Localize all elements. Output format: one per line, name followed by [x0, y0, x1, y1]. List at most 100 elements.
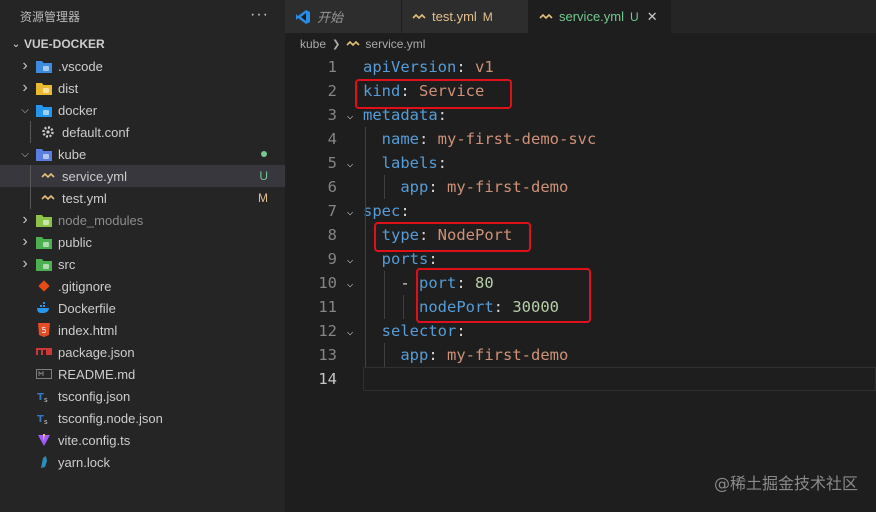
- yaml-punctuation: [363, 346, 400, 364]
- indent-guide: [384, 175, 385, 199]
- svg-text:T: T: [37, 392, 44, 403]
- tree-item-public[interactable]: › public: [0, 231, 285, 253]
- yaml-punctuation: :: [428, 250, 438, 268]
- file-tree: › .vscode › dist ⌵ docker default.conf ⌵ kube ser…: [0, 55, 285, 473]
- tree-item-default-conf[interactable]: default.conf: [0, 121, 285, 143]
- indent-guide: [30, 187, 31, 209]
- tree-item-yarn-lock[interactable]: yarn.lock: [0, 451, 285, 473]
- chevron-down-icon: ⌵: [21, 104, 29, 116]
- tab-service-yml[interactable]: service.yml U ✕: [529, 0, 671, 33]
- project-root[interactable]: ⌄ VUE-DOCKER: [0, 33, 285, 55]
- code-line[interactable]: 13 app: my-first-demo: [285, 343, 876, 367]
- chevron-right-icon: ›: [22, 57, 28, 74]
- tree-item-label: docker: [58, 102, 98, 118]
- indent-guide: [384, 271, 385, 319]
- tree-item-docker[interactable]: ⌵ docker: [0, 99, 285, 121]
- fold-chevron-icon[interactable]: ⌵: [337, 109, 363, 122]
- svg-text:s: s: [44, 418, 48, 425]
- indent-guide: [30, 165, 31, 187]
- tree-item-index-html[interactable]: 5 index.html: [0, 319, 285, 341]
- code-text: app: my-first-demo: [363, 346, 568, 364]
- fold-chevron-icon[interactable]: ⌵: [337, 157, 363, 170]
- code-line[interactable]: 14: [285, 367, 876, 391]
- chevron-down-icon: ⌵: [21, 148, 29, 160]
- fold-chevron-icon[interactable]: ⌵: [337, 253, 363, 266]
- yaml-icon: [40, 168, 56, 184]
- more-actions-icon[interactable]: ···: [250, 6, 269, 24]
- breadcrumb-file[interactable]: service.yml: [365, 37, 425, 51]
- tree-item-vite-config-ts[interactable]: vite.config.ts: [0, 429, 285, 451]
- tree-item-service-yml[interactable]: service.yml U: [0, 165, 285, 187]
- tree-item-package-json[interactable]: package.json: [0, 341, 285, 363]
- close-icon[interactable]: ✕: [647, 9, 658, 25]
- tree-item-test-yml[interactable]: test.yml M: [0, 187, 285, 209]
- tree-item-label: service.yml: [62, 168, 128, 184]
- line-number: 2: [327, 82, 337, 100]
- src-folder-icon: [36, 256, 52, 272]
- line-number: 4: [327, 130, 337, 148]
- tree-item-kube[interactable]: ⌵ kube: [0, 143, 285, 165]
- yaml-punctuation: :: [456, 58, 475, 76]
- fold-chevron-icon[interactable]: ⌵: [337, 277, 363, 290]
- docker-icon: [36, 300, 52, 316]
- public-folder-icon: [36, 234, 52, 250]
- code-text: app: my-first-demo: [363, 178, 568, 196]
- breadcrumb: kube ❯ service.yml: [285, 33, 876, 55]
- yaml-punctuation: :: [419, 130, 438, 148]
- indent-guide: [30, 121, 31, 143]
- tree-item-label: node_modules: [58, 212, 144, 228]
- chevron-right-icon: ›: [22, 233, 28, 250]
- code-line[interactable]: 1 apiVersion: v1: [285, 55, 876, 79]
- node-modules-folder-icon: [36, 212, 52, 228]
- git-status-badge: M: [258, 191, 268, 205]
- code-line[interactable]: 5 ⌵ labels:: [285, 151, 876, 175]
- explorer-sidebar: 资源管理器 ··· ⌄ VUE-DOCKER › .vscode › dist ⌵ doc…: [0, 0, 285, 512]
- tree-item-node-modules[interactable]: › node_modules: [0, 209, 285, 231]
- yaml-punctuation: :: [437, 154, 448, 172]
- yaml-key: app: [400, 178, 429, 196]
- code-line[interactable]: 6 app: my-first-demo: [285, 175, 876, 199]
- code-line[interactable]: 4 name: my-first-demo-svc: [285, 127, 876, 151]
- tree-item-label: yarn.lock: [58, 454, 111, 470]
- yaml-string-value: v1: [475, 58, 494, 76]
- tree-item-dist[interactable]: › dist: [0, 77, 285, 99]
- line-number: 1: [327, 58, 337, 76]
- tree-item-readme-md[interactable]: README.md: [0, 363, 285, 385]
- yaml-punctuation: :: [400, 202, 410, 220]
- tree-item-label: .vscode: [58, 58, 103, 74]
- line-number: 10: [318, 274, 337, 292]
- svg-text:s: s: [44, 396, 48, 403]
- chevron-down-icon: ⌄: [11, 38, 21, 50]
- tab-test-yml[interactable]: test.yml M: [402, 0, 529, 33]
- code-text: labels:: [363, 154, 447, 172]
- highlight-box-ports: [416, 268, 591, 323]
- yaml-key: apiVersion: [363, 58, 457, 76]
- tree-item-dockerfile[interactable]: Dockerfile: [0, 297, 285, 319]
- yaml-key: name: [381, 130, 419, 148]
- tab-label: 开始: [317, 10, 344, 25]
- code-line[interactable]: 7 ⌵ spec:: [285, 199, 876, 223]
- tree-item-vscode[interactable]: › .vscode: [0, 55, 285, 77]
- tree-item-label: package.json: [58, 344, 135, 360]
- tree-item-tsconfig-node-json[interactable]: Ts tsconfig.node.json: [0, 407, 285, 429]
- tree-item-tsconfig-json[interactable]: Ts tsconfig.json: [0, 385, 285, 407]
- git-status-badge: U: [630, 9, 639, 24]
- tree-item-gitignore[interactable]: .gitignore: [0, 275, 285, 297]
- tree-item-label: tsconfig.json: [58, 388, 131, 404]
- code-text: spec:: [363, 202, 410, 220]
- breadcrumb-folder[interactable]: kube: [300, 37, 326, 51]
- tab-welcome[interactable]: 开始: [285, 0, 402, 33]
- line-number: 11: [318, 298, 337, 316]
- tree-item-label: default.conf: [62, 124, 130, 140]
- code-text: apiVersion: v1: [363, 58, 494, 76]
- dist-folder-icon: [36, 80, 52, 96]
- tsconfig-icon: Ts: [36, 388, 52, 404]
- yaml-punctuation: -: [363, 274, 419, 292]
- fold-chevron-icon[interactable]: ⌵: [337, 205, 363, 218]
- tree-item-src[interactable]: › src: [0, 253, 285, 275]
- yaml-key: spec: [363, 202, 401, 220]
- chevron-right-icon: ›: [22, 255, 28, 272]
- yaml-string-value: my-first-demo: [447, 178, 569, 196]
- indent-guide: [384, 343, 385, 367]
- fold-chevron-icon[interactable]: ⌵: [337, 325, 363, 338]
